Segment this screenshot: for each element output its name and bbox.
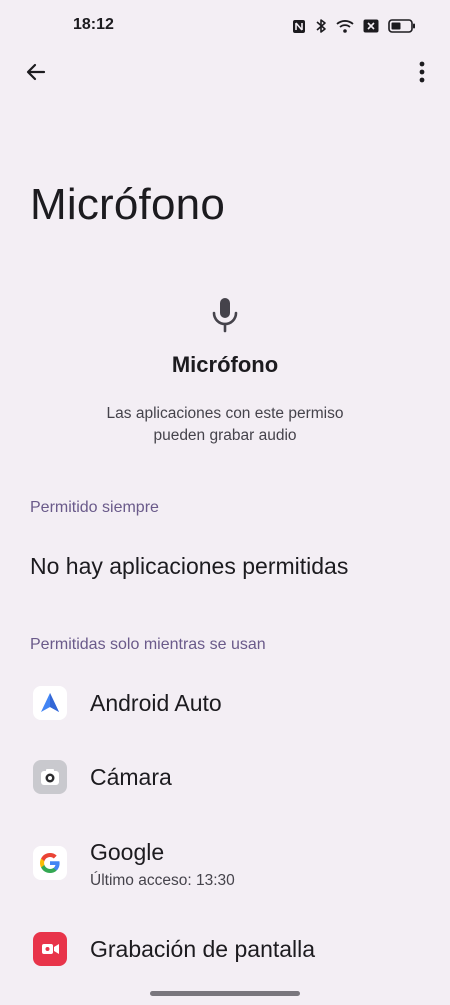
header-description: Las aplicaciones con este permiso pueden…	[60, 403, 390, 447]
header-description-line: pueden grabar audio	[153, 427, 297, 444]
nfc-icon	[292, 19, 306, 34]
bluetooth-icon	[315, 18, 327, 34]
app-row-android-auto[interactable]: Android Auto	[0, 668, 450, 740]
back-button[interactable]	[14, 52, 58, 96]
header-description-line: Las aplicaciones con este permiso	[106, 405, 344, 422]
section-header-always: Permitido siempre	[30, 499, 159, 516]
screen-recorder-icon	[33, 932, 67, 966]
section-header-while-in-use: Permitidas solo mientras se usan	[30, 636, 266, 653]
camera-icon	[33, 760, 67, 794]
gesture-nav-handle[interactable]	[150, 991, 300, 996]
page-title: Micrófono	[30, 180, 225, 229]
empty-list-text: No hay aplicaciones permitidas	[30, 553, 349, 579]
more-options-button[interactable]	[400, 52, 444, 96]
android-auto-icon	[33, 686, 67, 720]
app-name: Cámara	[90, 764, 172, 790]
app-name: Google	[90, 839, 165, 865]
wifi-icon	[336, 19, 354, 33]
app-row-screen-recorder[interactable]: Grabación de pantalla	[0, 914, 450, 986]
microphone-icon	[211, 296, 239, 339]
app-last-access: Último acceso: 13:30	[90, 872, 235, 889]
screen: 18:12 Micrófono Micrófono Las aplicacion…	[0, 0, 450, 1005]
top-app-bar	[0, 52, 450, 100]
header-icon-container	[0, 296, 450, 339]
google-icon	[33, 846, 67, 880]
status-icons	[292, 14, 416, 38]
arrow-back-icon	[24, 60, 48, 89]
battery-icon	[388, 19, 416, 33]
app-row-google[interactable]: Google Último acceso: 13:30	[0, 827, 450, 897]
status-bar: 18:12	[0, 0, 450, 52]
status-time: 18:12	[73, 16, 114, 33]
app-row-camera[interactable]: Cámara	[0, 742, 450, 814]
app-name: Android Auto	[90, 690, 222, 716]
no-sim-icon	[363, 19, 379, 33]
more-vert-icon	[419, 61, 425, 88]
app-name: Grabación de pantalla	[90, 936, 316, 962]
header-title: Micrófono	[171, 352, 279, 377]
